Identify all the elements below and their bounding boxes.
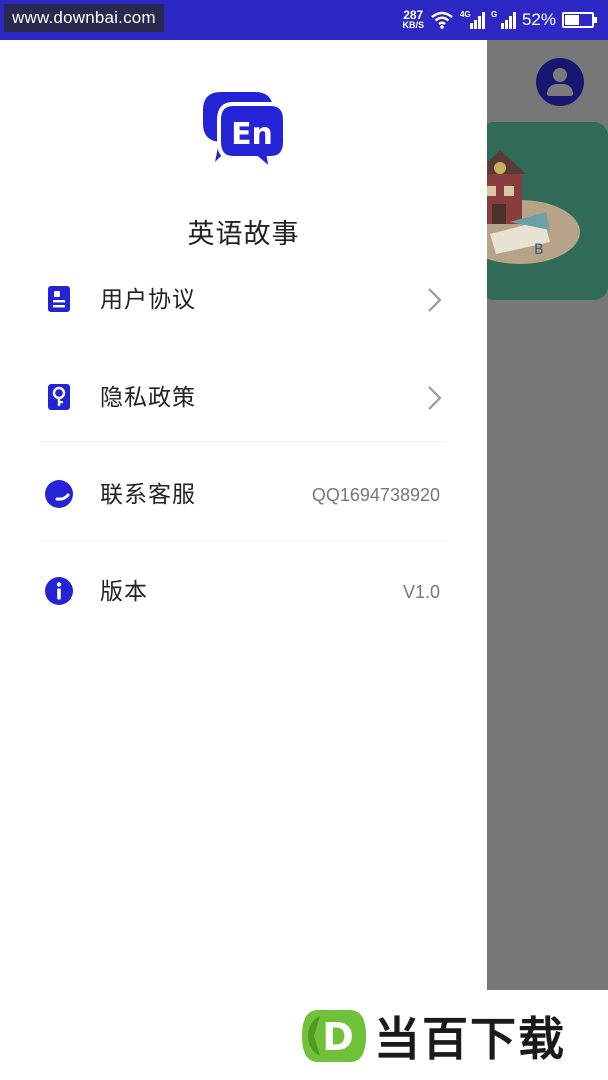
menu-item-label: 联系客服 [100,482,196,508]
divider [40,540,447,541]
battery-fill [565,15,579,25]
divider [40,441,447,442]
status-bar: www.downbai.com 287 KB/S 4G G 52% [0,0,608,40]
battery-percent: 52% [521,10,556,29]
info-icon [45,577,73,605]
battery-icon [562,12,597,28]
house-book-illustration: B [480,150,580,264]
app-logo-icon: En [203,92,287,172]
chevron-right-icon [428,288,442,312]
menu-item-label: 用户协议 [100,287,196,313]
brand-logo-letter: D [322,1015,354,1059]
status-indicators: 287 KB/S 4G G 52% [402,0,597,40]
menu-item-customer-service[interactable]: 联系客服 QQ1694738920 [0,446,487,544]
signal-4g-icon: 4G [459,10,485,29]
network-speed: 287 KB/S [402,8,424,30]
navigation-drawer: En 英语故事 用户协议 隐私政策 联系客服 QQ1694738920 版本 V… [0,40,487,1080]
brand-text: 当百下载 [374,1012,566,1066]
key-lock-icon [48,384,70,410]
menu-item-label: 版本 [100,579,148,605]
customer-service-qq: QQ1694738920 [311,485,440,505]
brand-watermark: D 当百下载 [300,1006,566,1066]
menu-item-user-agreement[interactable]: 用户协议 [0,251,487,349]
story-banner: B [480,122,608,300]
chevron-right-icon [428,386,442,410]
network-speed-unit: KB/S [402,20,424,30]
svg-text:B: B [534,242,544,258]
app-logo-text: En [231,117,273,152]
brand-logo-icon: D [302,1010,366,1062]
network-speed-value: 287 [403,8,424,22]
customer-service-icon [45,480,73,508]
document-icon [48,286,70,312]
site-watermark: www.downbai.com [4,4,164,32]
signal-4g-label: 4G [459,10,471,19]
signal-g-icon: G [490,10,516,29]
app-version: V1.0 [402,582,440,602]
app-name: 英语故事 [187,219,300,250]
menu-item-version[interactable]: 版本 V1.0 [0,543,487,641]
menu-item-label: 隐私政策 [100,385,196,411]
menu-item-privacy-policy[interactable]: 隐私政策 [0,349,487,447]
signal-g-label: G [490,10,498,19]
wifi-icon [431,11,453,29]
user-avatar-icon [536,58,584,106]
